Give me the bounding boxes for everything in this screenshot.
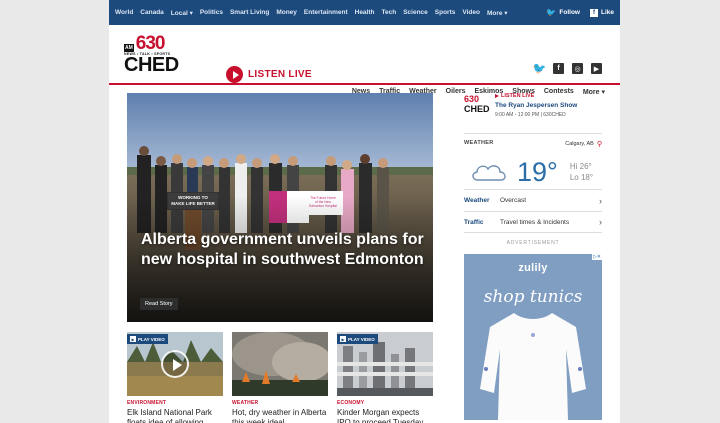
play-video-icon[interactable] — [161, 350, 189, 378]
show-time: 9:00 AM - 12:00 PM | 630CHED — [495, 112, 566, 118]
zulily-advertisement[interactable]: ▷✕ zulily shop tunics — [464, 254, 602, 420]
story-card-weather[interactable]: WEATHER Hot, dry weather in Alberta this… — [232, 332, 328, 423]
on-air-box[interactable]: 630 CHED LISTEN LIVE The Ryan Jespersen … — [464, 93, 602, 125]
follow-label: Follow — [559, 9, 580, 16]
youtube-icon[interactable]: ▶ — [591, 63, 602, 74]
play-icon — [226, 66, 243, 83]
ad-headline: shop tunics — [483, 287, 583, 307]
like-button[interactable]: f Like — [589, 8, 614, 17]
instagram-icon[interactable]: ◎ — [572, 63, 583, 74]
facebook-icon: f — [589, 8, 598, 17]
story-card-kinder-morgan[interactable]: ▶ PLAY VIDEO ECONOMY Kinder Morgan expect… — [337, 332, 433, 423]
story-thumbnail[interactable]: ▶ PLAY VIDEO — [337, 332, 433, 396]
weather-row-traffic[interactable]: Traffic Travel times & Incidents › — [464, 211, 602, 233]
play-video-badge[interactable]: ▶ PLAY VIDEO — [337, 334, 378, 344]
chevron-right-icon: › — [599, 195, 602, 206]
top-nav-link-local[interactable]: Local ▾ — [171, 9, 193, 17]
weather-label: WEATHER — [464, 140, 494, 146]
top-nav-link-health[interactable]: Health — [355, 9, 375, 17]
read-story-button[interactable]: Read Story — [140, 298, 178, 310]
location-pin-icon: ⚲ — [596, 141, 602, 148]
row-key: Traffic — [464, 218, 484, 226]
site-header: AM 630 NEWS • TALK • SPORTS CHED LISTEN … — [109, 25, 620, 96]
story-category[interactable]: ENVIRONMENT — [127, 400, 223, 406]
facebook-icon[interactable]: f — [553, 63, 564, 74]
top-nav-link-science[interactable]: Science — [403, 9, 428, 17]
weather-location-selector[interactable]: Calgary, AB ⚲ — [565, 140, 602, 148]
top-navigation-bar: World Canada Local ▾ Politics Smart Livi… — [109, 0, 620, 25]
hi-lo-temperatures: Hi 26° Lo 18° — [570, 161, 593, 183]
twitter-icon: 🐦 — [546, 8, 557, 17]
top-nav-link-politics[interactable]: Politics — [200, 9, 223, 17]
play-icon: ▶ — [340, 336, 346, 342]
weather-row-conditions[interactable]: Weather Overcast › — [464, 189, 602, 211]
top-nav-social: 🐦 Follow f Like — [546, 8, 614, 17]
ad-brand: zulily — [518, 262, 548, 274]
play-video-badge[interactable]: ▶ PLAY VIDEO — [127, 334, 168, 344]
story-cards: ▶ PLAY VIDEO ENVIRONMENT Elk Island Natio… — [127, 332, 433, 423]
top-nav-links: World Canada Local ▾ Politics Smart Livi… — [115, 9, 546, 17]
weather-widget: WEATHER Calgary, AB ⚲ 19° Hi 26° Lo 18° W… — [464, 133, 602, 233]
top-nav-link-world[interactable]: World — [115, 9, 133, 17]
sidebar-listen-live[interactable]: LISTEN LIVE — [495, 93, 577, 99]
high-temperature: Hi 26° — [569, 162, 592, 171]
top-nav-link-entertainment[interactable]: Entertainment — [304, 9, 348, 17]
top-nav-link-video[interactable]: Video — [462, 9, 480, 17]
site-logo[interactable]: AM 630 NEWS • TALK • SPORTS CHED — [124, 34, 180, 76]
header-social-icons: 🐦 f ◎ ▶ — [533, 63, 602, 75]
logo-name: CHED — [124, 54, 179, 76]
cloud-icon — [472, 165, 506, 181]
badge-label: PLAY VIDEO — [138, 336, 165, 342]
sidebar: 630 CHED LISTEN LIVE The Ryan Jespersen … — [464, 93, 602, 420]
weather-location: Calgary, AB — [565, 141, 594, 147]
tunic-image — [480, 313, 586, 420]
listen-live-label: LISTEN LIVE — [248, 69, 312, 80]
story-title[interactable]: Elk Island National Park floats idea of … — [127, 408, 223, 423]
nav-oilers[interactable]: Oilers — [446, 88, 466, 96]
hero-photo: WORKING TO MAKE LIFE BETTER The Future H… — [127, 93, 433, 322]
story-title[interactable]: Hot, dry weather in Alberta this week id… — [232, 408, 328, 423]
row-value: Travel times & Incidents — [500, 218, 570, 226]
mini-logo-name: CHED — [464, 104, 490, 114]
top-nav-link-more[interactable]: More ▾ — [487, 9, 508, 17]
low-temperature: Lo 18° — [569, 173, 594, 182]
station-mini-logo: 630 CHED — [464, 95, 490, 117]
show-info: LISTEN LIVE The Ryan Jespersen Show 9:00… — [495, 93, 577, 118]
wildfire-thumbnail-image — [232, 332, 328, 396]
row-value: Overcast — [500, 197, 527, 204]
story-category[interactable]: WEATHER — [232, 400, 328, 406]
twitter-icon[interactable]: 🐦 — [533, 63, 547, 75]
hero-headline[interactable]: Alberta government unveils plans for new… — [141, 230, 426, 270]
mini-logo-number: 630 — [464, 94, 480, 104]
top-nav-link-sports[interactable]: Sports — [435, 9, 456, 17]
top-nav-link-smart-living[interactable]: Smart Living — [230, 9, 269, 17]
row-key: Weather — [464, 197, 490, 204]
follow-button[interactable]: 🐦 Follow — [546, 8, 580, 17]
story-category[interactable]: ECONOMY — [337, 400, 433, 406]
badge-label: PLAY VIDEO — [348, 336, 375, 342]
listen-live-button[interactable]: LISTEN LIVE — [226, 66, 312, 83]
story-title[interactable]: Kinder Morgan expects IPO to proceed Tue… — [337, 408, 433, 423]
chevron-right-icon: › — [599, 217, 602, 227]
logo-number: 630 — [135, 33, 166, 54]
top-nav-link-tech[interactable]: Tech — [382, 9, 397, 17]
show-name[interactable]: The Ryan Jespersen Show — [495, 102, 577, 109]
like-label: Like — [600, 9, 614, 16]
hero-story[interactable]: WORKING TO MAKE LIFE BETTER The Future H… — [127, 93, 433, 322]
current-temperature: 19° — [517, 157, 558, 187]
play-icon: ▶ — [130, 336, 136, 342]
top-nav-link-money[interactable]: Money — [276, 9, 297, 17]
story-thumbnail[interactable]: ▶ PLAY VIDEO — [127, 332, 223, 396]
advertisement-label: ADVERTISEMENT — [506, 240, 560, 246]
story-thumbnail[interactable] — [232, 332, 328, 396]
story-card-elk-island[interactable]: ▶ PLAY VIDEO ENVIRONMENT Elk Island Natio… — [127, 332, 223, 423]
top-nav-link-canada[interactable]: Canada — [140, 9, 163, 17]
ad-choices-icon[interactable]: ▷✕ — [591, 254, 602, 260]
page: World Canada Local ▾ Politics Smart Livi… — [109, 0, 620, 423]
logo-am: AM — [124, 44, 134, 52]
